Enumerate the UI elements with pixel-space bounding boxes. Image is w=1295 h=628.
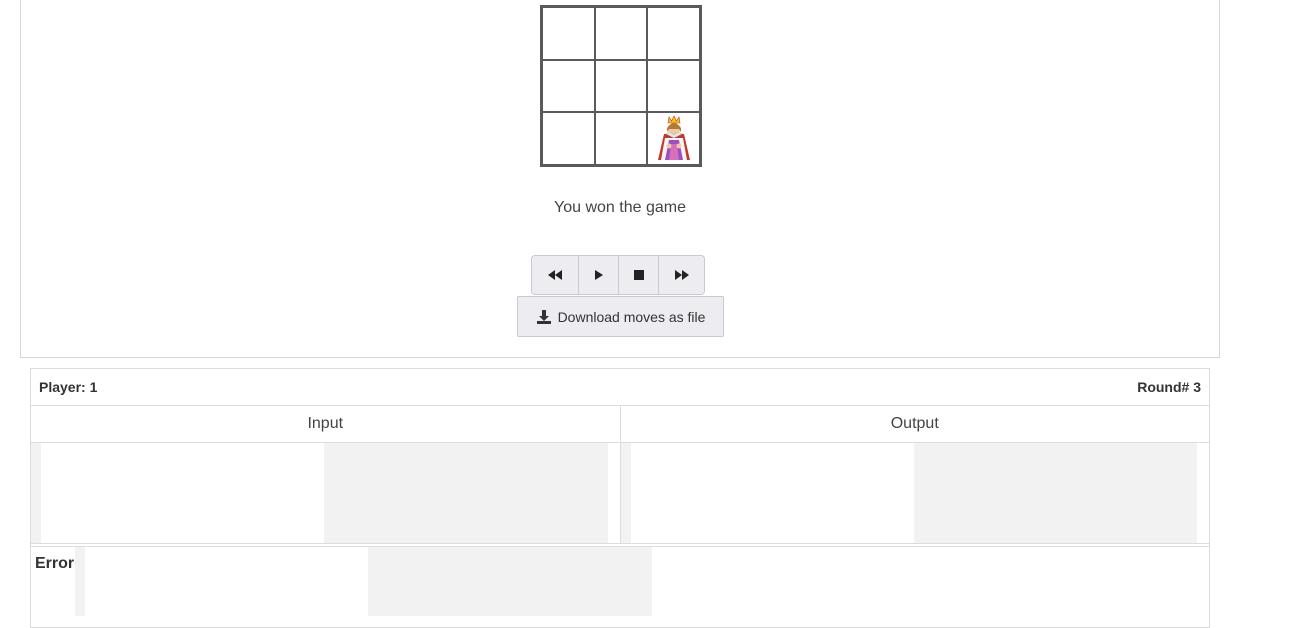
board-cell-queen <box>648 113 699 164</box>
board-cell <box>543 8 594 59</box>
error-label: Error <box>35 555 75 572</box>
fast-forward-icon <box>674 270 689 280</box>
output-scrollbar[interactable] <box>1197 443 1209 543</box>
input-title: Input <box>31 406 620 443</box>
game-status-text: You won the game <box>554 199 686 216</box>
output-text-pane[interactable] <box>630 443 914 543</box>
board-cell <box>595 8 647 59</box>
input-text-pane[interactable] <box>41 443 324 543</box>
input-viewer[interactable] <box>31 443 620 543</box>
board-cell <box>648 8 699 59</box>
output-column: Output <box>619 406 1209 543</box>
download-icon <box>536 309 551 324</box>
board-cell <box>595 60 647 112</box>
output-viewer[interactable] <box>620 443 1209 543</box>
queen-icon <box>658 115 691 161</box>
rewind-button[interactable] <box>532 256 579 294</box>
board-cell <box>543 113 594 164</box>
play-icon <box>594 270 603 280</box>
output-title: Output <box>620 406 1209 443</box>
play-button[interactable] <box>579 256 619 294</box>
stop-icon <box>633 270 644 280</box>
board-cell <box>595 113 647 164</box>
download-moves-button[interactable]: Download moves as file <box>517 296 724 337</box>
round-label: Round# 3 <box>1137 379 1201 395</box>
error-text-pane[interactable] <box>85 547 368 616</box>
io-row: Input Output <box>31 406 1209 544</box>
board-cell <box>543 60 594 112</box>
round-info-panel: Player: 1 Round# 3 Input Output Error <box>30 368 1210 628</box>
input-column: Input <box>31 406 620 543</box>
board-cell <box>648 60 699 112</box>
error-viewer[interactable] <box>75 547 652 616</box>
rewind-icon <box>548 270 562 280</box>
error-row: Error <box>31 546 1209 616</box>
download-moves-label: Download moves as file <box>557 308 706 325</box>
input-scrollbar[interactable] <box>607 443 620 543</box>
round-info-header: Player: 1 Round# 3 <box>31 369 1209 406</box>
playback-controls <box>531 255 705 295</box>
player-label: Player: 1 <box>39 379 98 395</box>
game-panel: You won the game Download moves as file <box>20 0 1220 358</box>
fast-forward-button[interactable] <box>659 256 704 294</box>
stop-button[interactable] <box>619 256 659 294</box>
game-board <box>540 5 702 167</box>
